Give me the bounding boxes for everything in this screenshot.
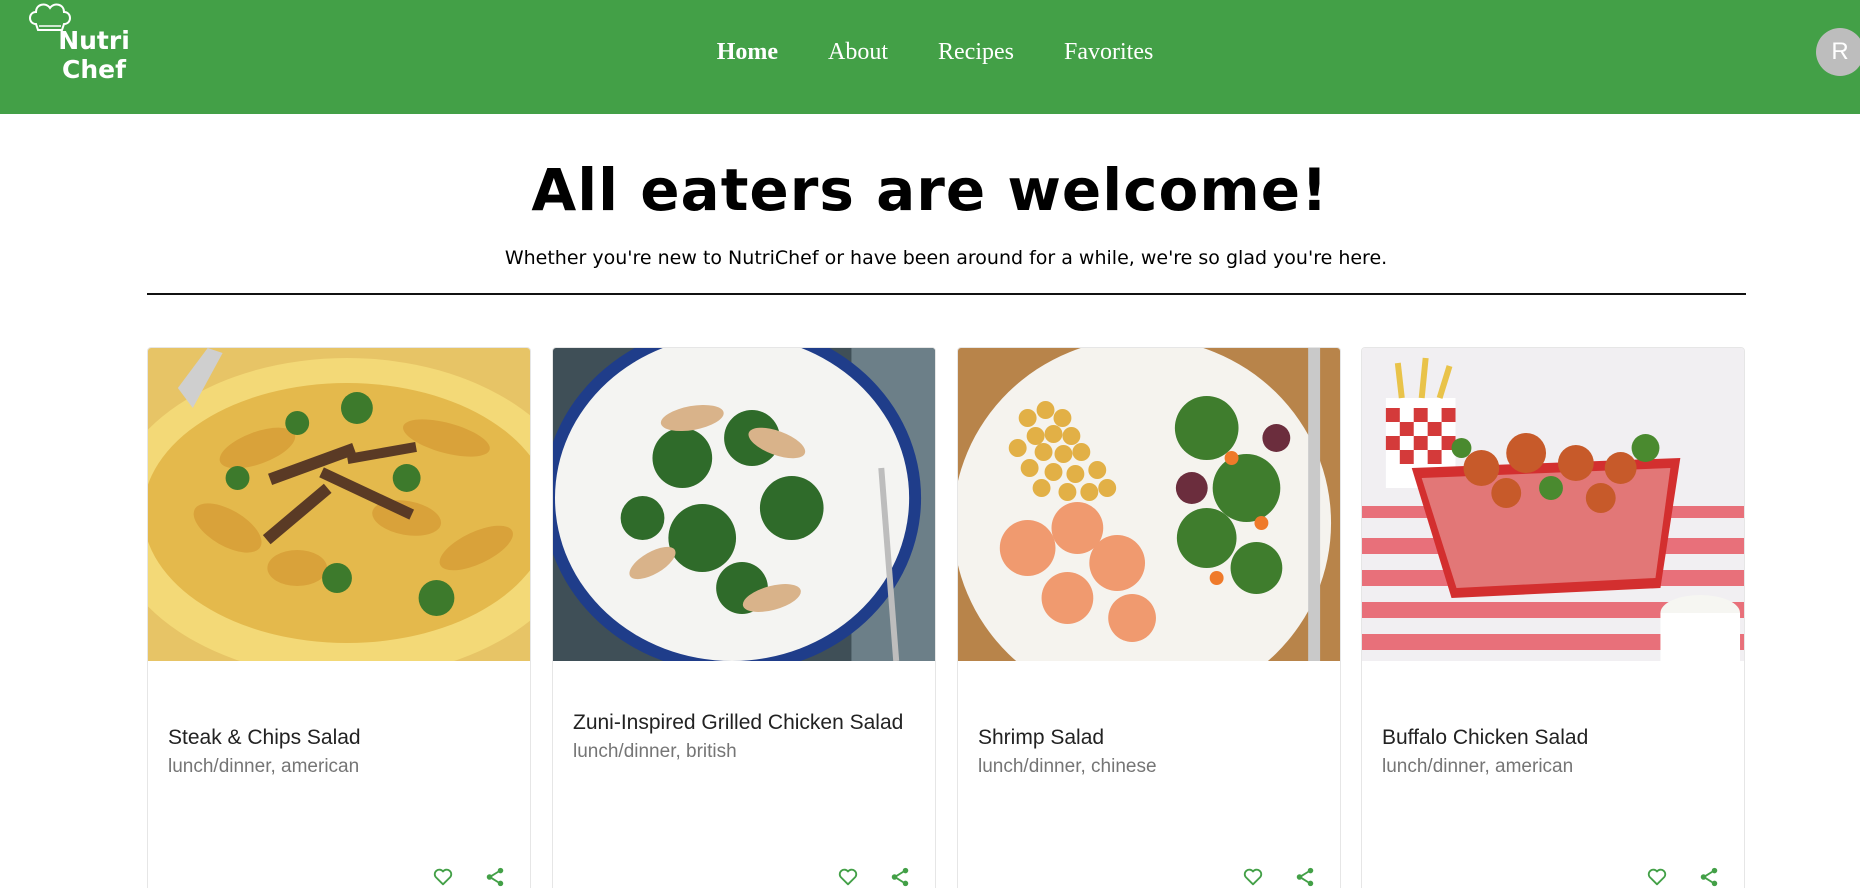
grilled-chicken-salad-photo[interactable] [553,348,935,661]
hero-subtitle: Whether you're new to NutriChef or have … [504,247,1388,269]
recipe-card[interactable]: Shrimp Salad lunch/dinner, chinese [957,347,1341,888]
buffalo-chicken-salad-photo[interactable] [1362,348,1744,661]
top-navbar: Nutri Chef Home About Recipes Favorites … [0,0,1860,114]
hero-title: All eaters are welcome! [531,156,1329,224]
recipe-tags: lunch/dinner, american [1382,756,1574,777]
card-body: Shrimp Salad lunch/dinner, chinese [978,723,1320,781]
share-icon[interactable] [1698,866,1720,888]
card-body: Buffalo Chicken Salad lunch/dinner, amer… [1382,723,1724,781]
recipe-card[interactable]: Steak & Chips Salad lunch/dinner, americ… [147,347,531,888]
card-actions [1242,866,1316,888]
recipe-title[interactable]: Steak & Chips Salad [168,723,510,753]
section-divider [147,293,1746,295]
share-icon[interactable] [1294,866,1316,888]
recipe-card[interactable]: Buffalo Chicken Salad lunch/dinner, amer… [1361,347,1745,888]
card-body: Zuni-Inspired Grilled Chicken Salad lunc… [573,708,915,766]
nav-recipes[interactable]: Recipes [938,34,1014,70]
heart-outline-icon[interactable] [837,866,859,888]
card-actions [432,866,506,888]
user-avatar[interactable]: R [1816,28,1860,76]
steak-chips-salad-photo[interactable] [148,348,530,661]
recipe-title[interactable]: Shrimp Salad [978,723,1320,753]
share-icon[interactable] [889,866,911,888]
heart-outline-icon[interactable] [1646,866,1668,888]
recipe-tags: lunch/dinner, chinese [978,756,1157,777]
nav-home[interactable]: Home [717,34,778,70]
recipe-tags: lunch/dinner, american [168,756,360,777]
recipe-title[interactable]: Buffalo Chicken Salad [1382,723,1724,753]
heart-outline-icon[interactable] [1242,866,1264,888]
recipe-title[interactable]: Zuni-Inspired Grilled Chicken Salad [573,708,915,738]
recipe-tags: lunch/dinner, british [573,741,737,762]
heart-outline-icon[interactable] [432,866,454,888]
card-actions [837,866,911,888]
shrimp-salad-photo[interactable] [958,348,1340,661]
main-nav: Home About Recipes Favorites [0,34,1860,70]
nav-about[interactable]: About [828,34,888,70]
share-icon[interactable] [484,866,506,888]
recipe-card[interactable]: Zuni-Inspired Grilled Chicken Salad lunc… [552,347,936,888]
nav-favorites[interactable]: Favorites [1064,34,1153,70]
card-actions [1646,866,1720,888]
card-body: Steak & Chips Salad lunch/dinner, americ… [168,723,510,781]
